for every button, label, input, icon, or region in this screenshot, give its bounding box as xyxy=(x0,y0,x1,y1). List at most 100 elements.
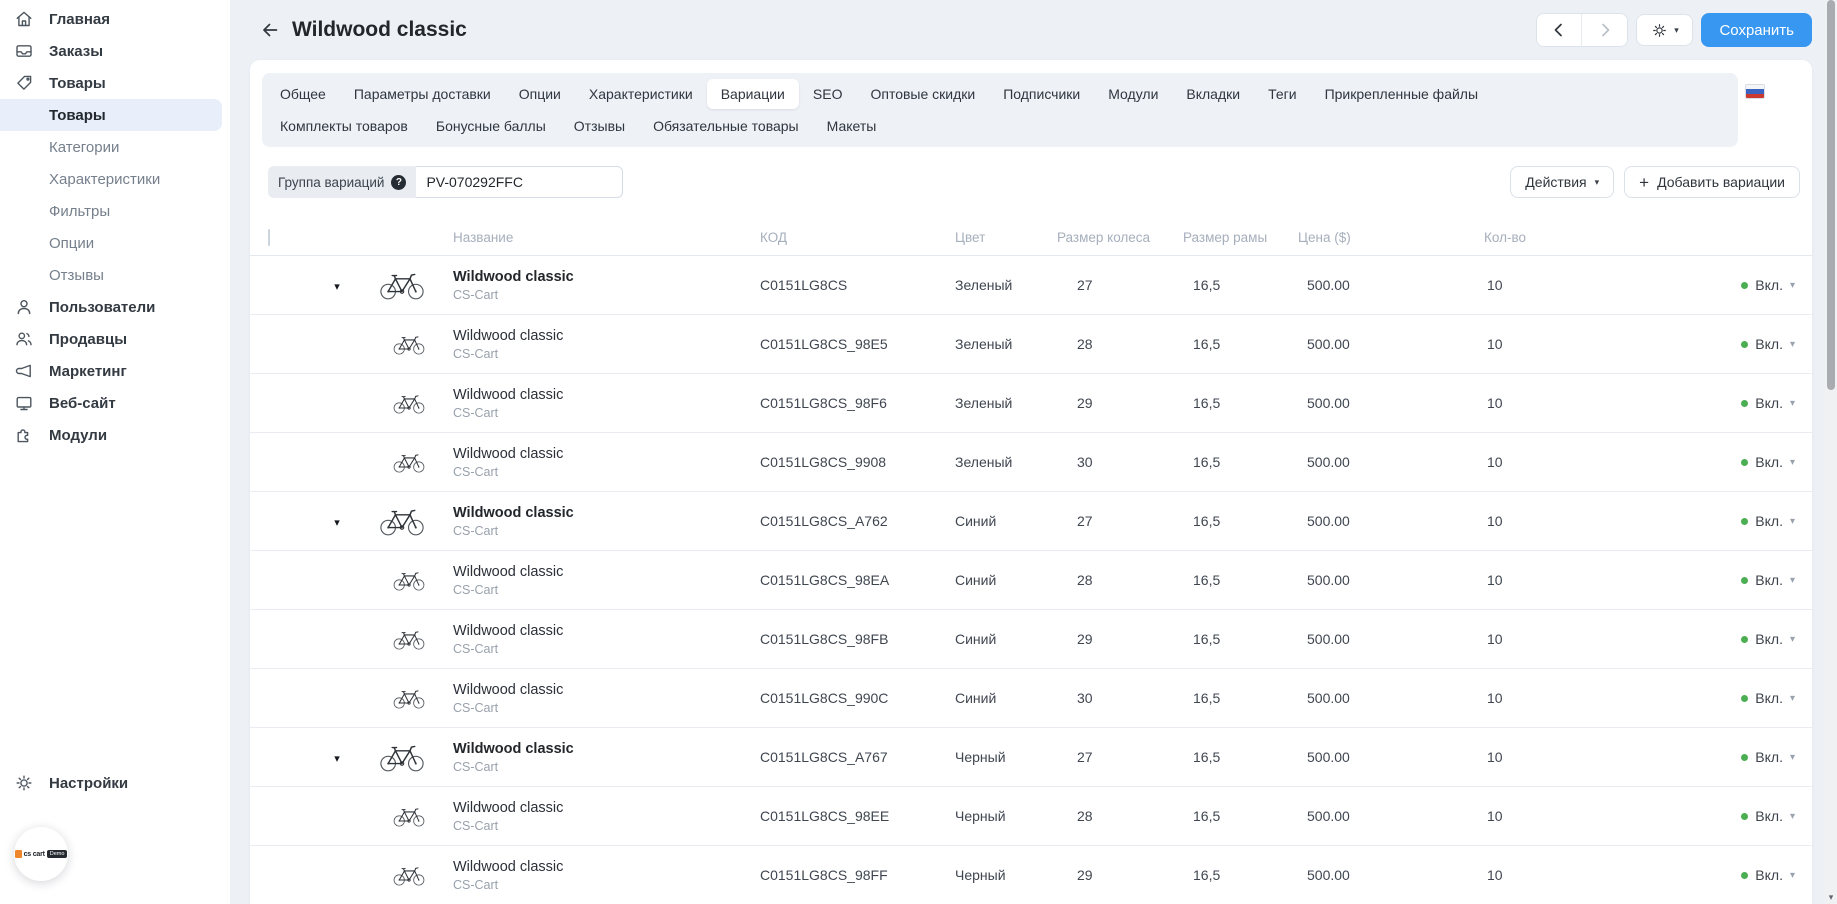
quantity-cell: 10 xyxy=(1484,513,1650,529)
tab-qty-discounts[interactable]: Оптовые скидки xyxy=(856,79,989,109)
quantity-cell: 10 xyxy=(1484,336,1650,352)
demo-badge: Demo xyxy=(47,850,68,858)
variation-name: Wildwood classic xyxy=(453,741,760,757)
status-dropdown[interactable]: Вкл.▾ xyxy=(1650,395,1812,411)
code-cell: C0151LG8CS_98E5 xyxy=(760,336,955,352)
status-dropdown[interactable]: Вкл.▾ xyxy=(1650,631,1812,647)
tab-attachments[interactable]: Прикрепленные файлы xyxy=(1311,79,1492,109)
sidebar-subitem-label: Характеристики xyxy=(49,171,160,188)
status-label: Вкл. xyxy=(1755,513,1783,529)
sidebar-item-marketing[interactable]: Маркетинг xyxy=(0,355,230,387)
chevron-down-icon: ▾ xyxy=(1595,178,1600,187)
cs-cart-logo[interactable]: cs cart Demo xyxy=(14,827,68,881)
next-product-button[interactable] xyxy=(1582,14,1627,46)
sidebar-item-website[interactable]: Веб-сайт xyxy=(0,387,230,419)
page-title: Wildwood classic xyxy=(292,18,467,42)
status-dropdown[interactable]: Вкл.▾ xyxy=(1650,513,1812,529)
sidebar-item-filters[interactable]: Фильтры xyxy=(0,195,222,227)
actions-dropdown-button[interactable]: Действия ▾ xyxy=(1510,166,1614,198)
product-thumbnail xyxy=(392,333,426,356)
ru-flag-icon[interactable] xyxy=(1745,84,1765,99)
tab-seo[interactable]: SEO xyxy=(799,79,857,109)
sidebar-item-label: Модули xyxy=(49,427,107,444)
sidebar-item-customers[interactable]: Пользователи xyxy=(0,291,230,323)
sidebar-item-vendors[interactable]: Продавцы xyxy=(0,323,230,355)
variation-name: Wildwood classic xyxy=(453,446,760,462)
column-header-6: Кол-во xyxy=(1484,230,1650,245)
help-icon[interactable]: ? xyxy=(391,175,406,190)
status-dropdown[interactable]: Вкл.▾ xyxy=(1650,867,1812,883)
sidebar-item-settings[interactable]: Настройки xyxy=(0,767,244,799)
settings-dropdown-button[interactable]: ▾ xyxy=(1636,14,1693,46)
tab-options[interactable]: Опции xyxy=(505,79,575,109)
brand-label: CS-Cart xyxy=(453,642,760,656)
status-label: Вкл. xyxy=(1755,867,1783,883)
tab-addons[interactable]: Модули xyxy=(1094,79,1172,109)
sidebar-item-orders[interactable]: Заказы xyxy=(0,35,230,67)
tab-tags[interactable]: Теги xyxy=(1254,79,1310,109)
thumbnail-cell xyxy=(350,392,453,415)
chevron-left-icon xyxy=(1549,20,1569,40)
sidebar-item-features[interactable]: Характеристики xyxy=(0,163,222,195)
tab-tabs[interactable]: Вкладки xyxy=(1172,79,1254,109)
code-cell: C0151LG8CS_98F6 xyxy=(760,395,955,411)
status-dropdown[interactable]: Вкл.▾ xyxy=(1650,749,1812,765)
brand-label: CS-Cart xyxy=(453,406,760,420)
tab-general[interactable]: Общее xyxy=(266,79,340,109)
status-dropdown[interactable]: Вкл.▾ xyxy=(1650,808,1812,824)
tab-shipping-properties[interactable]: Параметры доставки xyxy=(340,79,505,109)
variation-name: Wildwood classic xyxy=(453,328,760,344)
code-cell: C0151LG8CS_98FF xyxy=(760,867,955,883)
scrollbar-thumb[interactable] xyxy=(1827,0,1835,390)
tab-features[interactable]: Характеристики xyxy=(575,79,707,109)
row-caret-cell: ▾ xyxy=(324,513,350,529)
tab-required-products[interactable]: Обязательные товары xyxy=(639,111,813,141)
status-dropdown[interactable]: Вкл.▾ xyxy=(1650,572,1812,588)
color-cell: Зеленый xyxy=(955,395,1057,411)
brand-label: CS-Cart xyxy=(453,583,760,597)
quantity-cell: 10 xyxy=(1484,631,1650,647)
add-variations-button[interactable]: + Добавить вариации xyxy=(1624,166,1800,198)
brand-label: CS-Cart xyxy=(453,819,760,833)
color-cell: Зеленый xyxy=(955,277,1057,293)
brand-label: CS-Cart xyxy=(453,878,760,892)
expand-caret-icon[interactable]: ▾ xyxy=(334,517,340,529)
monitor-icon xyxy=(14,393,34,413)
status-dropdown[interactable]: Вкл.▾ xyxy=(1650,336,1812,352)
status-label: Вкл. xyxy=(1755,395,1783,411)
status-label: Вкл. xyxy=(1755,631,1783,647)
sidebar-item-reviews[interactable]: Отзывы xyxy=(0,259,222,291)
variation-group-input[interactable] xyxy=(416,166,623,198)
tab-subscribers[interactable]: Подписчики xyxy=(989,79,1094,109)
row-caret-cell: ▾ xyxy=(324,749,350,765)
status-dropdown[interactable]: Вкл.▾ xyxy=(1650,277,1812,293)
expand-caret-icon[interactable]: ▾ xyxy=(334,753,340,765)
gear-icon xyxy=(1651,22,1668,39)
name-cell: Wildwood classicCS-Cart xyxy=(453,387,760,420)
tab-reviews[interactable]: Отзывы xyxy=(560,111,639,141)
status-dropdown[interactable]: Вкл.▾ xyxy=(1650,690,1812,706)
expand-caret-icon[interactable]: ▾ xyxy=(334,281,340,293)
sidebar-item-products[interactable]: Товары xyxy=(0,67,230,99)
status-dropdown[interactable]: Вкл.▾ xyxy=(1650,454,1812,470)
save-button[interactable]: Сохранить xyxy=(1701,13,1812,47)
sidebar-item-categories[interactable]: Категории xyxy=(0,131,222,163)
sidebar-subitem-label: Категории xyxy=(49,139,119,156)
tab-reward-points[interactable]: Бонусные баллы xyxy=(422,111,560,141)
sidebar-item-addons[interactable]: Модули xyxy=(0,419,230,451)
sidebar-item-options[interactable]: Опции xyxy=(0,227,222,259)
back-button[interactable] xyxy=(258,18,282,42)
tab-layouts[interactable]: Макеты xyxy=(813,111,891,141)
name-cell: Wildwood classicCS-Cart xyxy=(453,564,760,597)
tab-bundles[interactable]: Комплекты товаров xyxy=(266,111,422,141)
previous-product-button[interactable] xyxy=(1537,14,1582,46)
select-all-checkbox[interactable] xyxy=(268,229,270,246)
wheel-size-cell: 28 xyxy=(1057,808,1183,824)
product-thumbnail xyxy=(392,569,426,592)
sidebar-item-home[interactable]: Главная xyxy=(0,3,230,35)
sidebar-item-products-list[interactable]: Товары xyxy=(0,99,222,131)
scrollbar-down-arrow[interactable]: ▾ xyxy=(1825,892,1837,903)
quantity-cell: 10 xyxy=(1484,572,1650,588)
price-cell: 500.00 xyxy=(1298,808,1484,824)
tab-variations[interactable]: Вариации xyxy=(707,79,799,109)
